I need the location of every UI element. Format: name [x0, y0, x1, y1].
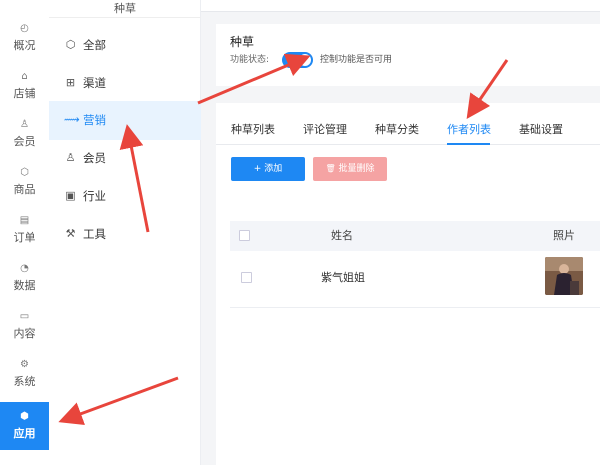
user-icon: ♙ — [65, 151, 76, 164]
subnav-item-label: 工具 — [83, 227, 106, 241]
channel-icon: ⊞ — [65, 76, 76, 89]
toggle-hint: 控制功能是否可用 — [320, 55, 393, 65]
select-all-checkbox[interactable] — [239, 230, 250, 241]
folder-icon: ▭ — [19, 311, 30, 322]
bulk-delete-label: 批量删除 — [338, 164, 375, 174]
tab-categories[interactable]: 种草分类 — [375, 123, 419, 137]
author-photo-image — [545, 257, 583, 295]
rail-item-label: 应用 — [13, 427, 36, 440]
industry-icon: ▣ — [65, 189, 76, 202]
rail-item-label: 内容 — [13, 327, 36, 340]
rail-item-shop[interactable]: ⌂ 店铺 — [0, 62, 49, 110]
feature-title: 种草 — [230, 35, 255, 49]
subnav-item-tools[interactable]: ⚒ 工具 — [49, 215, 201, 253]
rail-item-system[interactable]: ⚙ 系统 — [0, 350, 49, 398]
subnav-item-label: 全部 — [83, 38, 106, 52]
subnav-title: 种草 — [49, 0, 201, 18]
column-header-name: 姓名 — [331, 229, 353, 242]
rail-item-goods[interactable]: ⬡ 商品 — [0, 158, 49, 206]
feature-toggle[interactable] — [282, 52, 313, 68]
subnav-item-industry[interactable]: ▣ 行业 — [49, 177, 201, 215]
cube-icon: ⬢ — [20, 411, 29, 422]
primary-nav: ◴ 概况 ⌂ 店铺 ♙ 会员 ⬡ 商品 ▤ 订单 ◔ 数据 ▭ 内容 ⚙ 系统 — [0, 0, 49, 465]
shop-icon: ⌂ — [21, 71, 28, 82]
tab-settings[interactable]: 基础设置 — [519, 123, 563, 137]
add-button[interactable]: + 添加 — [231, 157, 305, 181]
subnav-item-channel[interactable]: ⊞ 渠道 — [49, 64, 201, 102]
app-root: ◴ 概况 ⌂ 店铺 ♙ 会员 ⬡ 商品 ▤ 订单 ◔ 数据 ▭ 内容 ⚙ 系统 — [0, 0, 600, 465]
cube-icon: ⬡ — [65, 38, 76, 51]
status-label: 功能状态: — [230, 55, 270, 65]
rail-item-order[interactable]: ▤ 订单 — [0, 206, 49, 254]
secondary-nav: 种草 ⬡ 全部 ⊞ 渠道 ⟿ 营销 ♙ 会员 ▣ 行业 ⚒ 工具 — [49, 0, 201, 465]
top-bar — [201, 0, 600, 12]
rail-item-label: 数据 — [13, 279, 36, 292]
active-tab-indicator — [447, 143, 490, 145]
pie-chart-icon: ◔ — [20, 263, 29, 274]
author-photo — [545, 257, 583, 295]
rail-item-data[interactable]: ◔ 数据 — [0, 254, 49, 302]
rail-item-label: 概况 — [13, 39, 36, 52]
bulk-delete-button[interactable]: 🗑 批量删除 — [313, 157, 387, 181]
rail-item-label: 订单 — [13, 231, 36, 244]
box-icon: ⬡ — [20, 167, 29, 178]
rail-item-content[interactable]: ▭ 内容 — [0, 302, 49, 350]
feature-card: 种草 功能状态: 控制功能是否可用 — [216, 24, 600, 86]
table-header: 姓名 照片 — [230, 221, 600, 251]
rail-item-member[interactable]: ♙ 会员 — [0, 110, 49, 158]
rail-item-label: 系统 — [13, 375, 36, 388]
trend-icon: ⟿ — [64, 113, 80, 126]
subnav-item-label: 营销 — [83, 113, 106, 127]
subnav-item-marketing[interactable]: ⟿ 营销 — [49, 101, 201, 140]
subnav-item-member[interactable]: ♙ 会员 — [49, 139, 201, 177]
row-checkbox[interactable] — [241, 272, 252, 283]
tab-comments[interactable]: 评论管理 — [303, 123, 347, 137]
subnav-item-all[interactable]: ⬡ 全部 — [49, 26, 201, 64]
user-icon: ♙ — [20, 119, 29, 130]
tab-bar: 种草列表 评论管理 种草分类 作者列表 基础设置 — [216, 119, 600, 145]
rail-item-label: 店铺 — [13, 87, 36, 100]
tab-list[interactable]: 种草列表 — [231, 123, 275, 137]
toggle-knob — [299, 54, 311, 66]
trash-icon: 🗑 — [325, 164, 336, 173]
rail-item-overview[interactable]: ◴ 概况 — [0, 14, 49, 62]
column-header-photo: 照片 — [553, 229, 575, 242]
main-card: 种草列表 评论管理 种草分类 作者列表 基础设置 + 添加 🗑 批量删除 姓名 … — [216, 103, 600, 465]
tab-authors[interactable]: 作者列表 — [447, 123, 491, 137]
subnav-item-label: 渠道 — [83, 76, 106, 90]
gear-icon: ⚙ — [20, 359, 29, 370]
rail-item-label: 会员 — [13, 135, 36, 148]
wrench-icon: ⚒ — [65, 227, 76, 240]
subnav-item-label: 会员 — [83, 151, 106, 165]
table-row: 紫气姐姐 — [230, 252, 600, 308]
subnav-item-label: 行业 — [83, 189, 106, 203]
rail-item-apps[interactable]: ⬢ 应用 — [0, 402, 49, 450]
dashboard-icon: ◴ — [20, 23, 29, 34]
rail-item-label: 商品 — [13, 183, 36, 196]
clipboard-icon: ▤ — [19, 215, 30, 226]
author-name: 紫气姐姐 — [321, 271, 365, 284]
